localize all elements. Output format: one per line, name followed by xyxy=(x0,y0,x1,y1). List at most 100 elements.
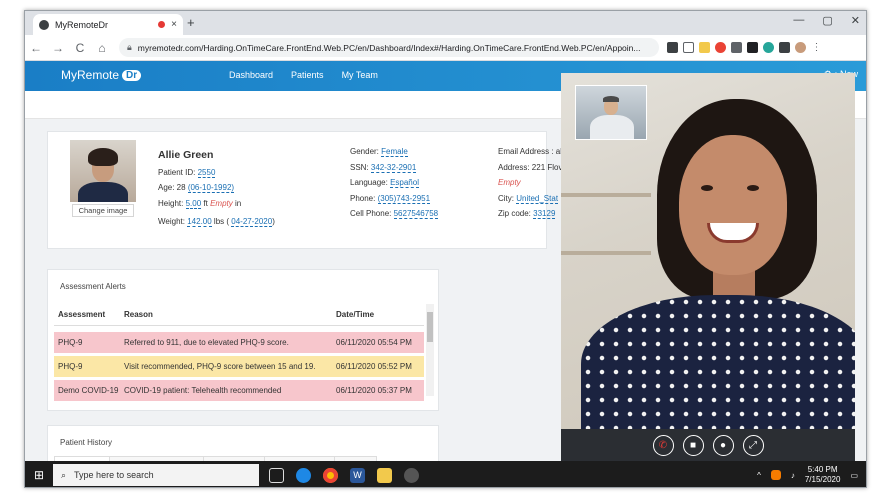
windows-taskbar: ⊞ ⌕ Type here to search W ^ ♪ 5:40 PM 7/… xyxy=(25,461,866,487)
address-bar-row: ← → C ⌂ 🔒︎ myremotedr.com/Harding.OnTime… xyxy=(25,35,866,61)
row-reason: COVID-19 patient: Telehealth recommended xyxy=(124,386,282,395)
minimize-button[interactable]: — xyxy=(793,14,804,27)
app-icon[interactable] xyxy=(404,467,419,483)
home-icon[interactable]: ⌂ xyxy=(91,41,113,55)
language-value[interactable]: Español xyxy=(390,178,419,188)
patient-name: Allie Green xyxy=(158,149,214,161)
nav-patients[interactable]: Patients xyxy=(291,70,324,80)
patient-details-column: Gender: Female SSN: 342-32-2901 Language… xyxy=(350,147,439,219)
reload-icon[interactable]: C xyxy=(69,41,91,55)
lock-icon: 🔒︎ xyxy=(127,42,132,52)
clock-date: 7/15/2020 xyxy=(804,475,841,484)
camera-indicator-icon[interactable] xyxy=(667,42,678,53)
star-bookmark-icon[interactable] xyxy=(683,42,694,53)
volume-icon[interactable]: ♪ xyxy=(791,471,795,480)
file-explorer-icon[interactable] xyxy=(377,467,392,483)
address2-empty[interactable]: Empty xyxy=(498,178,521,187)
tab-strip: MyRemoteDr × + — ▢ ✕ xyxy=(25,11,866,35)
row-reason: Visit recommended, PHQ-9 score between 1… xyxy=(124,362,316,371)
extension-icon[interactable] xyxy=(747,42,758,53)
self-view-video[interactable] xyxy=(575,85,647,140)
back-arrow-icon[interactable]: ← xyxy=(25,41,47,55)
video-call-window[interactable]: ✆ ■ ● ⤢ xyxy=(561,73,855,461)
row-datetime: 06/11/2020 05:54 PM xyxy=(336,338,412,347)
taskbar-search-placeholder: Type here to search xyxy=(74,470,154,480)
height-value[interactable]: 5.00 xyxy=(185,198,202,209)
row-reason: Referred to 911, due to elevated PHQ-9 s… xyxy=(124,338,289,347)
url-input[interactable]: 🔒︎ myremotedr.com/Harding.OnTimeCare.Fro… xyxy=(119,38,659,57)
address-row[interactable]: Address: 221 Flov xyxy=(498,160,562,176)
table-row[interactable]: PHQ-9 Referred to 911, due to elevated P… xyxy=(54,332,424,353)
col-assessment: Assessment xyxy=(58,310,106,319)
age-row: Age: 28 (06-10-1992) xyxy=(158,183,235,193)
row-assessment: PHQ-9 xyxy=(58,338,83,347)
logo-text: MyRemote xyxy=(61,68,120,82)
alerts-scrollbar[interactable] xyxy=(426,304,434,396)
menu-kebab-icon[interactable]: ⋮ xyxy=(811,42,822,53)
tray-chevron-up-icon[interactable]: ^ xyxy=(757,471,761,480)
extension-icon[interactable] xyxy=(715,42,726,53)
puzzle-extensions-icon[interactable] xyxy=(779,42,790,53)
call-controls: ✆ ■ ● ⤢ xyxy=(561,429,855,461)
col-datetime: Date/Time xyxy=(336,310,375,319)
system-tray: ^ ♪ 5:40 PM 7/15/2020 ▭ xyxy=(757,465,866,485)
change-image-button[interactable]: Change image xyxy=(72,204,134,217)
end-call-icon[interactable]: ✆ xyxy=(652,434,674,456)
extension-icons: ⋮ xyxy=(667,42,822,53)
tab-close-button[interactable]: × xyxy=(171,19,177,30)
chrome-browser-icon[interactable] xyxy=(323,467,338,483)
windows-start-icon[interactable]: ⊞ xyxy=(25,461,53,487)
patient-id-value[interactable]: 2550 xyxy=(197,167,216,178)
clock-time: 5:40 PM xyxy=(807,465,838,474)
zip-value[interactable]: 33129 xyxy=(533,209,556,219)
favicon-icon xyxy=(39,19,49,30)
nav-dashboard[interactable]: Dashboard xyxy=(229,70,273,80)
browser-window: MyRemoteDr × + — ▢ ✕ ← → C ⌂ 🔒︎ myremote… xyxy=(24,10,867,488)
microphone-icon[interactable]: ● xyxy=(712,434,734,456)
extension-icon[interactable] xyxy=(763,42,774,53)
row-assessment: PHQ-9 xyxy=(58,362,83,371)
close-window-button[interactable]: ✕ xyxy=(851,14,860,27)
extension-icon[interactable] xyxy=(731,42,742,53)
cell-phone-value[interactable]: 5627546758 xyxy=(393,209,439,219)
phone-value[interactable]: (305)743-2951 xyxy=(377,193,431,204)
weight-value[interactable]: 142.00 xyxy=(187,217,212,227)
notification-icon[interactable]: ▭ xyxy=(850,471,858,480)
table-row[interactable]: Demo COVID-19 COVID-19 patient: Teleheal… xyxy=(54,380,424,401)
tray-app-icon[interactable] xyxy=(770,470,781,480)
assessment-alerts-card: Assessment Alerts Assessment Reason Date… xyxy=(47,269,439,411)
maximize-button[interactable]: ▢ xyxy=(822,14,832,27)
browser-tab[interactable]: MyRemoteDr × xyxy=(33,14,183,35)
patient-contact-column: Email Address : al Address: 221 Flov Emp… xyxy=(498,144,562,222)
weight-row: Weight: 142.00 lbs ( 04-27-2020) xyxy=(158,217,275,227)
taskbar-apps: W xyxy=(269,467,419,483)
email-row[interactable]: Email Address : al xyxy=(498,144,562,160)
camera-icon[interactable]: ■ xyxy=(682,434,704,456)
fullscreen-icon[interactable]: ⤢ xyxy=(742,434,764,456)
history-title: Patient History xyxy=(60,438,113,447)
word-icon[interactable]: W xyxy=(350,467,365,483)
ssn-value[interactable]: 342-32-2901 xyxy=(370,162,417,173)
search-icon: ⌕ xyxy=(61,469,67,480)
dob-value[interactable]: (06-10-1992) xyxy=(187,183,235,193)
taskbar-clock[interactable]: 5:40 PM 7/15/2020 xyxy=(805,465,841,485)
task-view-icon[interactable] xyxy=(269,467,284,483)
edge-browser-icon[interactable] xyxy=(296,467,311,483)
table-row[interactable]: PHQ-9 Visit recommended, PHQ-9 score bet… xyxy=(54,356,424,377)
window-controls: — ▢ ✕ xyxy=(793,14,860,27)
weight-date[interactable]: 04-27-2020 xyxy=(231,217,273,227)
profile-avatar-icon[interactable] xyxy=(795,42,806,53)
app-logo[interactable]: MyRemote Dr xyxy=(61,68,142,82)
row-datetime: 06/11/2020 05:37 PM xyxy=(336,386,412,395)
patient-card: Change image Allie Green Patient ID: 255… xyxy=(47,131,562,249)
scrollbar-thumb[interactable] xyxy=(427,312,433,342)
height-inches-empty[interactable]: Empty xyxy=(210,199,233,208)
taskbar-search[interactable]: ⌕ Type here to search xyxy=(53,464,259,486)
extension-icon[interactable] xyxy=(699,42,710,53)
city-value[interactable]: United_Stat xyxy=(516,193,559,204)
gender-value[interactable]: Female xyxy=(381,147,408,157)
recording-indicator-icon xyxy=(158,21,166,28)
nav-my-team[interactable]: My Team xyxy=(342,70,378,80)
new-tab-button[interactable]: + xyxy=(187,15,195,30)
forward-arrow-icon[interactable]: → xyxy=(47,41,69,55)
